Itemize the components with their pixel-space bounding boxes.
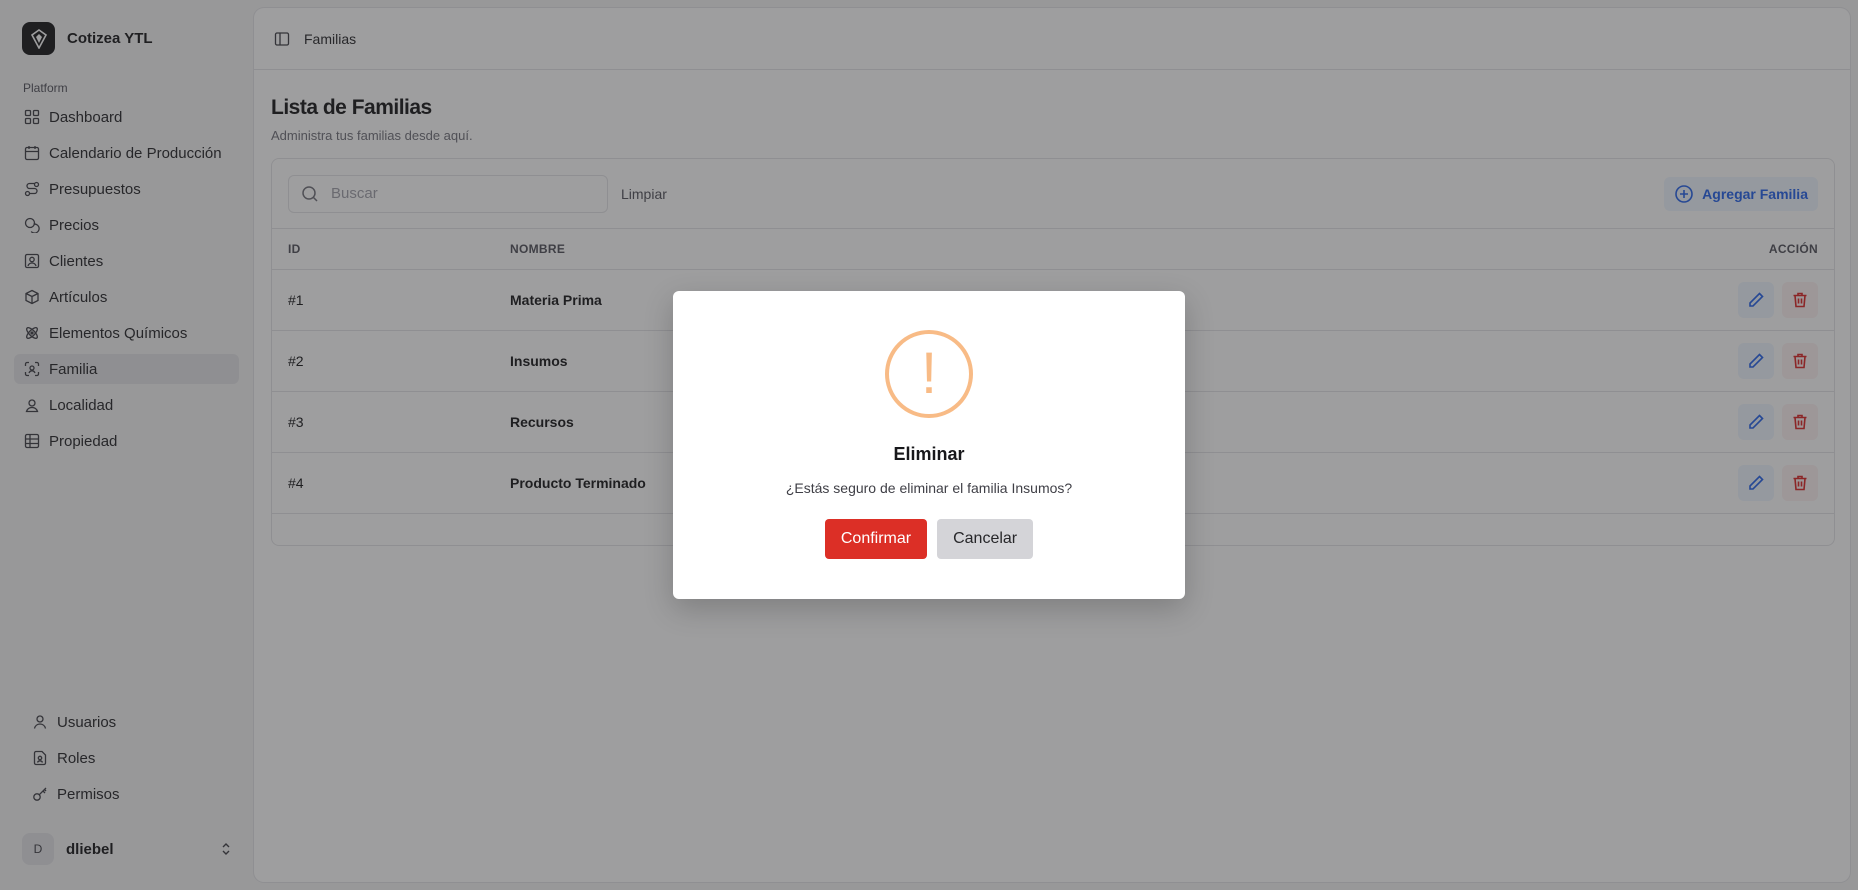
cancel-button[interactable]: Cancelar <box>937 519 1034 559</box>
dialog-title: Eliminar <box>893 444 965 464</box>
confirm-button[interactable]: Confirmar <box>824 519 928 559</box>
warning-icon: ! <box>885 330 973 418</box>
dialog-message: ¿Estás seguro de eliminar el familia Ins… <box>785 480 1073 496</box>
delete-confirm-dialog: ! Eliminar ¿Estás seguro de eliminar el … <box>673 291 1185 599</box>
dialog-actions: Confirmar Cancelar <box>673 519 1185 559</box>
